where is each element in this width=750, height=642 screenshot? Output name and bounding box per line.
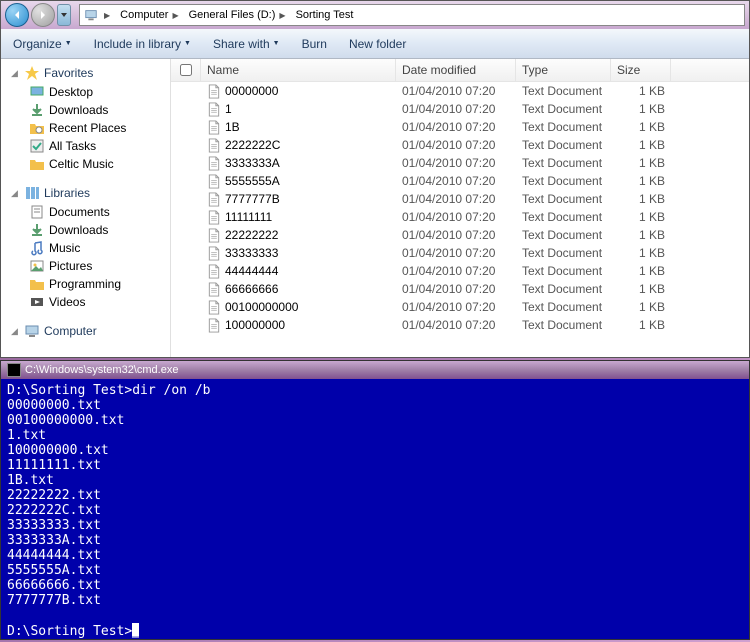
sidebar: ◢ Favorites DesktopDownloadsRecent Place… xyxy=(1,59,171,357)
file-row[interactable]: 0010000000001/04/2010 07:20Text Document… xyxy=(171,298,749,316)
share-with-button[interactable]: Share with▼ xyxy=(209,35,284,53)
cursor: _ xyxy=(132,623,139,638)
text-file-icon xyxy=(207,318,221,333)
file-row[interactable]: 3333333A01/04/2010 07:20Text Document1 K… xyxy=(171,154,749,172)
text-file-icon xyxy=(207,102,221,117)
cmd-window: C:\Windows\system32\cmd.exe D:\Sorting T… xyxy=(0,360,750,640)
col-date[interactable]: Date modified xyxy=(396,59,516,81)
computer-icon xyxy=(84,8,98,22)
text-file-icon xyxy=(207,300,221,315)
select-all-checkbox[interactable] xyxy=(180,64,192,76)
computer-icon xyxy=(24,323,40,339)
toolbar: Organize▼ Include in library▼ Share with… xyxy=(1,29,749,59)
item-icon xyxy=(29,138,45,154)
organize-button[interactable]: Organize▼ xyxy=(9,35,76,53)
cmd-titlebar[interactable]: C:\Windows\system32\cmd.exe xyxy=(1,361,749,379)
file-row[interactable]: 3333333301/04/2010 07:20Text Document1 K… xyxy=(171,244,749,262)
libraries-header[interactable]: ◢ Libraries xyxy=(1,183,170,203)
col-size[interactable]: Size xyxy=(611,59,671,81)
file-row[interactable]: 5555555A01/04/2010 07:20Text Document1 K… xyxy=(171,172,749,190)
file-row[interactable]: 101/04/2010 07:20Text Document1 KB xyxy=(171,100,749,118)
text-file-icon xyxy=(207,210,221,225)
file-row[interactable]: 2222222201/04/2010 07:20Text Document1 K… xyxy=(171,226,749,244)
col-name[interactable]: Name xyxy=(201,59,396,81)
column-headers: Name Date modified Type Size xyxy=(171,59,749,82)
item-icon xyxy=(29,294,45,310)
item-icon xyxy=(29,120,45,136)
text-file-icon xyxy=(207,120,221,135)
text-file-icon xyxy=(207,156,221,171)
item-icon xyxy=(29,156,45,172)
text-file-icon xyxy=(207,192,221,207)
nav-bar: ▶ Computer▶ General Files (D:)▶ Sorting … xyxy=(1,1,749,29)
libraries-icon xyxy=(24,185,40,201)
sidebar-item[interactable]: Videos xyxy=(1,293,170,311)
sidebar-item[interactable]: Celtic Music xyxy=(1,155,170,173)
breadcrumb-seg[interactable]: Sorting Test xyxy=(292,9,358,21)
text-file-icon xyxy=(207,246,221,261)
col-type[interactable]: Type xyxy=(516,59,611,81)
file-row[interactable]: 4444444401/04/2010 07:20Text Document1 K… xyxy=(171,262,749,280)
file-row[interactable]: 10000000001/04/2010 07:20Text Document1 … xyxy=(171,316,749,334)
sidebar-item[interactable]: Programming xyxy=(1,275,170,293)
sidebar-item[interactable]: All Tasks xyxy=(1,137,170,155)
item-icon xyxy=(29,204,45,220)
address-bar[interactable]: ▶ Computer▶ General Files (D:)▶ Sorting … xyxy=(79,4,745,26)
sidebar-item[interactable]: Pictures xyxy=(1,257,170,275)
cmd-icon xyxy=(7,363,21,377)
include-library-button[interactable]: Include in library▼ xyxy=(90,35,195,53)
file-row[interactable]: 1B01/04/2010 07:20Text Document1 KB xyxy=(171,118,749,136)
nav-history-dropdown[interactable] xyxy=(57,4,71,26)
item-icon xyxy=(29,102,45,118)
file-row[interactable]: 7777777B01/04/2010 07:20Text Document1 K… xyxy=(171,190,749,208)
sidebar-item[interactable]: Recent Places xyxy=(1,119,170,137)
sidebar-item[interactable]: Downloads xyxy=(1,221,170,239)
item-icon xyxy=(29,276,45,292)
favorites-icon xyxy=(24,65,40,81)
forward-button[interactable] xyxy=(31,3,55,27)
favorites-header[interactable]: ◢ Favorites xyxy=(1,63,170,83)
text-file-icon xyxy=(207,228,221,243)
item-icon xyxy=(29,84,45,100)
item-icon xyxy=(29,222,45,238)
text-file-icon xyxy=(207,174,221,189)
sidebar-item[interactable]: Music xyxy=(1,239,170,257)
file-row[interactable]: 1111111101/04/2010 07:20Text Document1 K… xyxy=(171,208,749,226)
cmd-output[interactable]: D:\Sorting Test>dir /on /b 00000000.txt … xyxy=(1,379,749,639)
computer-header[interactable]: ◢ Computer xyxy=(1,321,170,341)
file-row[interactable]: 6666666601/04/2010 07:20Text Document1 K… xyxy=(171,280,749,298)
sidebar-item[interactable]: Desktop xyxy=(1,83,170,101)
sidebar-item[interactable]: Documents xyxy=(1,203,170,221)
text-file-icon xyxy=(207,84,221,99)
file-row[interactable]: 0000000001/04/2010 07:20Text Document1 K… xyxy=(171,82,749,100)
sidebar-item[interactable]: Downloads xyxy=(1,101,170,119)
item-icon xyxy=(29,258,45,274)
file-list: Name Date modified Type Size 0000000001/… xyxy=(171,59,749,357)
text-file-icon xyxy=(207,264,221,279)
burn-button[interactable]: Burn xyxy=(298,35,331,53)
new-folder-button[interactable]: New folder xyxy=(345,35,410,53)
explorer-window: ▶ Computer▶ General Files (D:)▶ Sorting … xyxy=(0,0,750,358)
file-row[interactable]: 2222222C01/04/2010 07:20Text Document1 K… xyxy=(171,136,749,154)
breadcrumb-seg[interactable]: General Files (D:)▶ xyxy=(185,9,292,21)
text-file-icon xyxy=(207,138,221,153)
back-button[interactable] xyxy=(5,3,29,27)
text-file-icon xyxy=(207,282,221,297)
item-icon xyxy=(29,240,45,256)
breadcrumb-seg[interactable]: Computer▶ xyxy=(116,9,184,21)
